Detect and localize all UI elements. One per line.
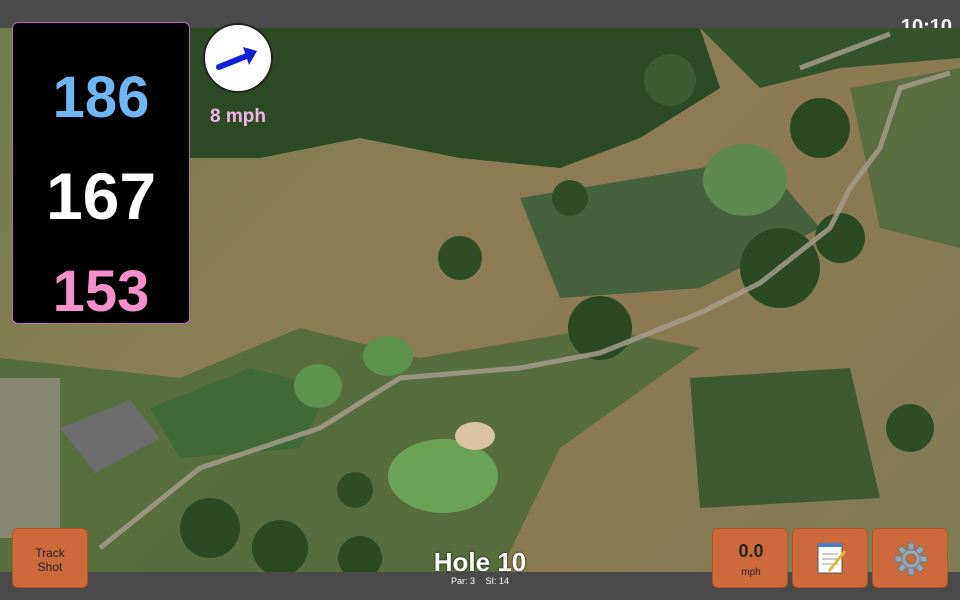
notepad-icon bbox=[817, 543, 847, 574]
arrow-up-right-icon bbox=[216, 47, 257, 70]
settings-button[interactable] bbox=[872, 528, 948, 588]
speed-unit: mph bbox=[741, 567, 761, 578]
distance-back: 186 bbox=[52, 65, 150, 130]
gear-icon bbox=[894, 542, 928, 576]
wind-speed: 8 mph bbox=[210, 106, 266, 127]
distance-panel: 186 167 153 bbox=[12, 22, 190, 324]
speed-value: 0.0 bbox=[738, 541, 764, 561]
distance-middle: 167 bbox=[45, 159, 157, 233]
wind-indicator bbox=[203, 23, 273, 93]
track-shot-label-line2: Shot bbox=[37, 560, 63, 574]
notes-button[interactable] bbox=[792, 528, 868, 588]
distance-front: 153 bbox=[52, 259, 150, 324]
track-shot-label-line1: Track bbox=[35, 546, 65, 560]
hole-info: Par: 3 SI: 14 bbox=[380, 576, 580, 586]
hole-stroke-index: SI: 14 bbox=[485, 576, 510, 586]
speed-button[interactable]: 0.0 mph bbox=[712, 528, 788, 588]
track-shot-button[interactable]: Track Shot bbox=[12, 528, 88, 588]
hole-par: Par: 3 bbox=[450, 576, 475, 586]
hole-title: Hole 10 bbox=[433, 547, 527, 577]
